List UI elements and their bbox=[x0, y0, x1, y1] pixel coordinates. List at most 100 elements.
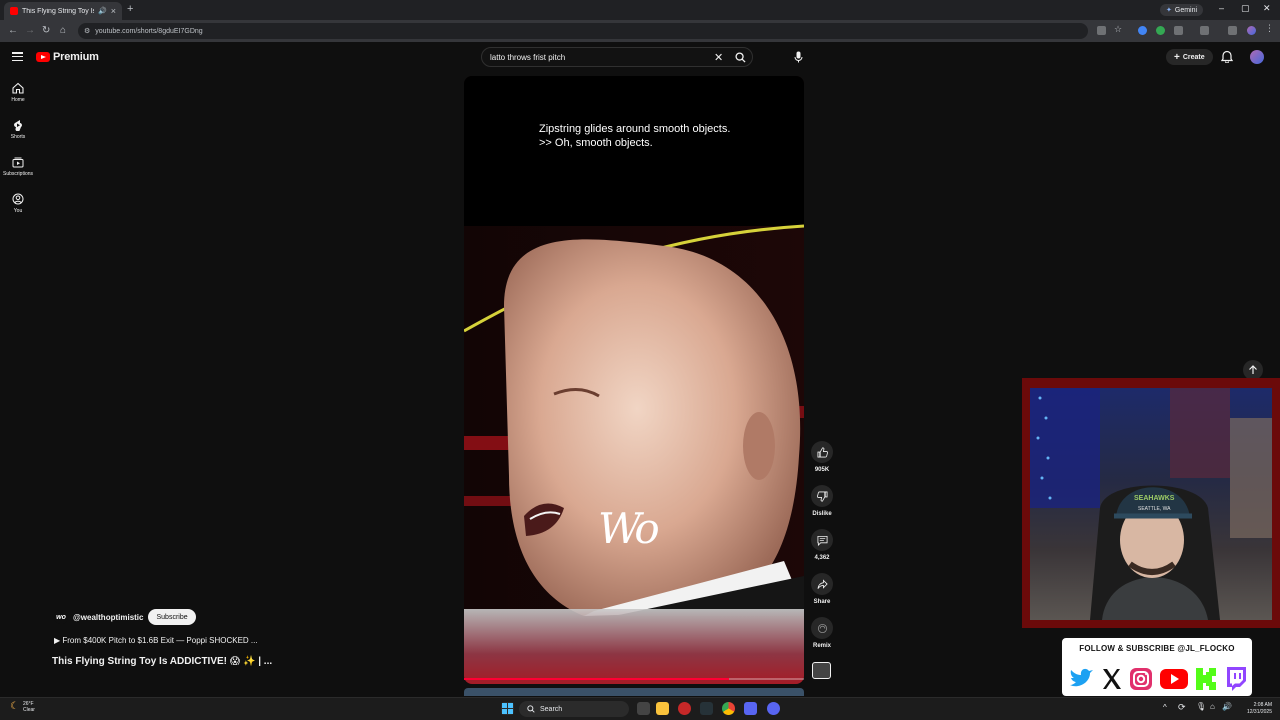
you-icon bbox=[12, 193, 24, 205]
task-view-icon[interactable] bbox=[637, 702, 650, 715]
rail-label-home: Home bbox=[11, 97, 25, 103]
taskbar-search[interactable]: Search bbox=[519, 701, 629, 717]
search-input[interactable]: latto throws frist pitch bbox=[490, 53, 714, 62]
youtube-favicon-icon bbox=[10, 7, 18, 15]
back-icon[interactable]: ← bbox=[8, 25, 18, 36]
follow-banner: FOLLOW & SUBSCRIBE @JL_FLOCKO bbox=[1060, 636, 1254, 698]
rail-item-subscriptions[interactable]: Subscriptions bbox=[0, 156, 36, 177]
like-icon bbox=[811, 441, 833, 463]
rail-item-shorts[interactable]: Shorts bbox=[0, 119, 36, 140]
close-window-button[interactable]: ✕ bbox=[1263, 3, 1271, 14]
speaker-icon[interactable]: 🔊 bbox=[98, 7, 107, 15]
taskbar-search-label: Search bbox=[540, 705, 563, 713]
extensions-puzzle-icon[interactable] bbox=[1174, 26, 1183, 35]
moon-weather-icon: ☾ bbox=[10, 701, 19, 712]
download-icon[interactable] bbox=[1228, 26, 1237, 35]
channel-avatar[interactable]: wo bbox=[54, 610, 68, 624]
cast-icon[interactable] bbox=[1097, 26, 1106, 35]
watermark-text: Wo bbox=[598, 504, 660, 553]
discord-icon[interactable] bbox=[767, 702, 780, 715]
cap-subtext: SEATTLE, WA bbox=[1138, 506, 1171, 512]
tray-chevron-icon[interactable]: ^ bbox=[1163, 703, 1167, 712]
gemini-label: Gemini bbox=[1174, 6, 1198, 14]
channel-row: wo @wealthoptimistic Subscribe bbox=[54, 609, 196, 625]
channel-handle[interactable]: @wealthoptimistic bbox=[73, 613, 143, 622]
browser-menu-icon[interactable]: ⋮ bbox=[1265, 23, 1274, 33]
app-icon-purple[interactable] bbox=[744, 702, 757, 715]
youtube-logo[interactable]: Premium bbox=[36, 51, 99, 63]
file-explorer-icon[interactable] bbox=[656, 702, 669, 715]
scroll-up-button[interactable] bbox=[1243, 360, 1263, 380]
sidebar-icon[interactable] bbox=[1200, 26, 1209, 35]
comment-icon bbox=[811, 529, 833, 551]
chrome-icon[interactable] bbox=[722, 702, 735, 715]
rail-label-shorts: Shorts bbox=[10, 134, 26, 140]
address-bar[interactable]: ⚙ youtube.com/shorts/8gduEI7GDng bbox=[78, 23, 1088, 39]
extension-green-icon[interactable] bbox=[1156, 26, 1165, 35]
browser-tab-active[interactable]: This Flying String Toy Is ADDICTIVE! 🔊 × bbox=[4, 2, 122, 20]
remix-icon bbox=[811, 617, 833, 639]
site-info-icon[interactable]: ⚙ bbox=[84, 27, 90, 35]
weather-widget[interactable]: ☾ 26°F Clear bbox=[10, 701, 35, 713]
create-label: Create bbox=[1182, 53, 1205, 61]
tray-sync-icon[interactable]: ⟳ bbox=[1178, 702, 1186, 713]
youtube-play-icon bbox=[36, 52, 50, 62]
minimize-button[interactable]: – bbox=[1219, 3, 1224, 13]
new-tab-button[interactable]: + bbox=[127, 3, 133, 15]
x-icon bbox=[1102, 669, 1121, 689]
logo-text: Premium bbox=[53, 51, 99, 63]
like-button[interactable]: 905K bbox=[810, 441, 834, 473]
profile-icon[interactable] bbox=[1247, 26, 1256, 35]
short-title[interactable]: This Flying String Toy Is ADDICTIVE! 😱 ✨… bbox=[52, 656, 272, 667]
caption-line-1: Zipstring glides around smooth objects. bbox=[539, 123, 731, 135]
app-icon-terminal[interactable] bbox=[700, 702, 713, 715]
gemini-button[interactable]: ✦ Gemini bbox=[1160, 4, 1204, 16]
maximize-button[interactable]: ▢ bbox=[1241, 3, 1250, 14]
next-short-preview[interactable] bbox=[464, 688, 804, 696]
shorts-video-player[interactable]: Zipstring glides around smooth objects. … bbox=[464, 76, 804, 684]
notifications-bell-icon[interactable] bbox=[1220, 50, 1234, 68]
instagram-icon bbox=[1130, 668, 1153, 690]
rail-item-you[interactable]: You bbox=[0, 193, 36, 214]
browser-tab-strip: This Flying String Toy Is ADDICTIVE! 🔊 ×… bbox=[0, 0, 1280, 20]
tray-network-icon[interactable]: ⌂ bbox=[1210, 702, 1215, 711]
remix-button[interactable]: Remix bbox=[810, 617, 834, 649]
subscribe-button[interactable]: Subscribe bbox=[148, 609, 196, 625]
account-avatar[interactable] bbox=[1250, 50, 1264, 64]
dislike-button[interactable]: Dislike bbox=[810, 485, 834, 517]
windows-start-icon[interactable] bbox=[501, 702, 514, 715]
dislike-icon bbox=[811, 485, 833, 507]
video-bottom-area bbox=[464, 609, 804, 684]
linked-video-description[interactable]: ▶ From $400K Pitch to $1.6B Exit — Poppi… bbox=[54, 636, 258, 645]
cap-text: SEAHAWKS bbox=[1134, 495, 1175, 502]
comments-button[interactable]: 4,362 bbox=[810, 529, 834, 561]
clear-search-icon[interactable]: ✕ bbox=[714, 51, 728, 64]
rail-item-home[interactable]: Home bbox=[0, 82, 36, 103]
share-button[interactable]: Share bbox=[810, 573, 834, 605]
webcam-feed: SEAHAWKS SEATTLE, WA bbox=[1030, 388, 1272, 620]
search-icon[interactable] bbox=[728, 51, 752, 63]
microphone-icon[interactable] bbox=[789, 48, 807, 66]
video-progress-bar[interactable] bbox=[464, 678, 804, 680]
search-box[interactable]: latto throws frist pitch ✕ bbox=[481, 47, 753, 67]
youtube-header: Premium latto throws frist pitch ✕ + Cre… bbox=[0, 42, 1280, 72]
home-browser-icon[interactable]: ⌂ bbox=[60, 25, 66, 36]
create-button[interactable]: + Create bbox=[1166, 49, 1213, 65]
forward-icon[interactable]: → bbox=[25, 25, 35, 36]
bookmark-star-icon[interactable]: ☆ bbox=[1114, 24, 1123, 34]
sound-thumbnail[interactable] bbox=[812, 662, 831, 679]
share-label: Share bbox=[813, 599, 831, 605]
extension-icon[interactable] bbox=[1138, 26, 1147, 35]
arrow-up-icon bbox=[1249, 365, 1257, 374]
rail-label-subscriptions: Subscriptions bbox=[2, 171, 33, 177]
video-caption: Zipstring glides around smooth objects. … bbox=[539, 122, 779, 150]
tray-mic-icon[interactable]: 🎙 bbox=[1196, 702, 1206, 711]
menu-icon[interactable] bbox=[12, 52, 23, 61]
taskbar-clock[interactable]: 2:08 AM 12/31/2025 bbox=[1236, 702, 1272, 716]
tab-close-icon[interactable]: × bbox=[111, 6, 116, 16]
gemini-icon: ✦ bbox=[1166, 7, 1172, 14]
subscriptions-icon bbox=[12, 157, 24, 168]
reload-icon[interactable]: ↻ bbox=[42, 25, 50, 36]
tray-volume-icon[interactable]: 🔊 bbox=[1222, 702, 1232, 711]
app-icon-red[interactable] bbox=[678, 702, 691, 715]
